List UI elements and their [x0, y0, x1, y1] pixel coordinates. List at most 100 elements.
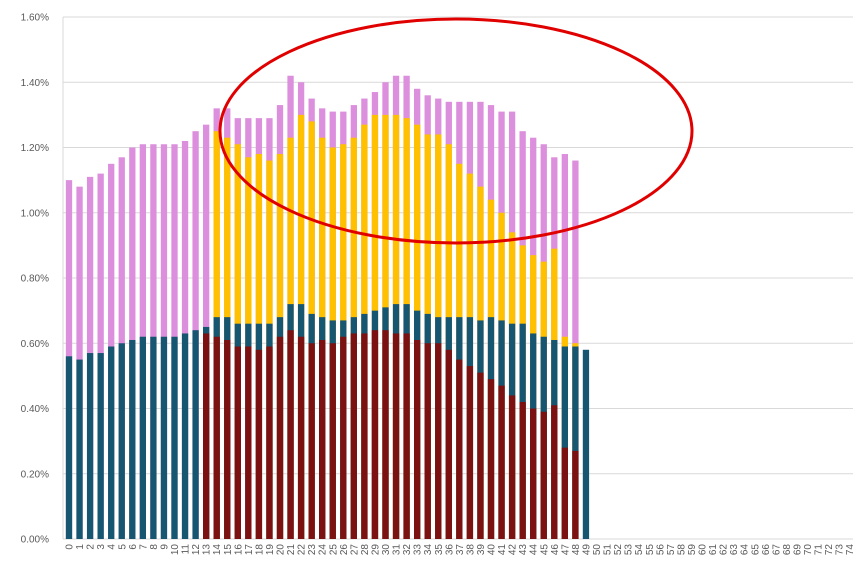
- x-tick-label: 4: [107, 544, 118, 550]
- x-tick-label: 3: [96, 544, 107, 550]
- x-tick-label: 23: [307, 544, 318, 556]
- x-tick-label: 20: [276, 544, 287, 556]
- x-tick-label: 41: [497, 544, 508, 556]
- x-tick-label: 2: [86, 544, 97, 550]
- x-tick-label: 25: [328, 544, 339, 556]
- bar-dark-red: [551, 405, 558, 539]
- bar-dark-red: [255, 349, 263, 539]
- bar-dark-red: [477, 372, 484, 539]
- x-tick-label: 18: [254, 544, 265, 556]
- y-tick-label: 0.80%: [21, 274, 49, 285]
- x-tick-label: 5: [117, 544, 128, 550]
- bar-dark-red: [340, 336, 347, 539]
- bar-dark-red: [414, 339, 421, 539]
- x-tick-label: 46: [550, 544, 561, 556]
- y-tick-label: 1.60%: [21, 13, 49, 24]
- x-tick-label: 39: [476, 544, 487, 556]
- bar-teal: [86, 353, 94, 539]
- bar-dark-red: [561, 447, 568, 539]
- x-tick-label: 36: [444, 544, 455, 556]
- bar-dark-red: [445, 349, 452, 539]
- x-tick-label: 16: [233, 544, 244, 556]
- bar-teal: [118, 343, 125, 539]
- stacked-bar-chart: 0.00% 0.20% 0.40% 0.60% 0.80% 1.00% 1.20% 1.40%…: [21, 13, 853, 556]
- x-tick-label: 12: [191, 544, 202, 556]
- bar-dark-red: [487, 379, 495, 539]
- bar-dark-red: [435, 343, 442, 539]
- bar-dark-red: [297, 336, 305, 539]
- x-tick-label: 13: [202, 544, 213, 556]
- x-tick-label: 15: [223, 544, 234, 556]
- bar-teal: [129, 339, 136, 539]
- x-tick-label: 30: [381, 544, 392, 556]
- bar-teal: [582, 349, 590, 539]
- x-axis-ticks: 0 1 2 3 4 5 6 7 8 9 10 11 12 13 14 15 16 17 18 19 20 21 22 23 24…: [65, 544, 853, 556]
- bar-dark-red: [540, 411, 547, 539]
- x-tick-label: 34: [423, 544, 434, 556]
- bar-teal: [65, 356, 73, 539]
- bar-dark-red: [403, 333, 410, 539]
- y-tick-label: 1.20%: [21, 143, 49, 154]
- x-tick-label: 9: [159, 544, 170, 550]
- x-tick-label: 38: [465, 544, 476, 556]
- x-tick-label: 31: [392, 544, 403, 556]
- bar-dark-red: [382, 330, 389, 539]
- x-tick-label: 64: [740, 544, 751, 556]
- x-tick-label: 45: [539, 544, 550, 556]
- x-tick-label: 1: [75, 544, 86, 550]
- bar-teal: [76, 359, 83, 539]
- x-tick-label: 63: [729, 544, 740, 556]
- y-tick-label: 1.40%: [21, 78, 49, 89]
- bar-dark-red: [371, 330, 379, 539]
- bar-teal: [160, 336, 168, 539]
- x-tick-label: 11: [181, 544, 192, 555]
- bar-dark-red: [308, 343, 315, 539]
- x-tick-label: 14: [212, 544, 223, 556]
- bar-dark-red: [456, 359, 463, 539]
- x-tick-label: 68: [782, 544, 793, 556]
- bar-dark-red: [572, 450, 579, 539]
- bar-dark-red: [361, 333, 368, 539]
- x-tick-label: 61: [708, 544, 719, 556]
- x-tick-label: 62: [719, 544, 730, 556]
- y-axis-ticks: 0.00% 0.20% 0.40% 0.60% 0.80% 1.00% 1.20% 1.40%…: [21, 13, 49, 546]
- bar-teal: [97, 353, 104, 539]
- bars: [65, 75, 590, 540]
- bar-dark-red: [245, 346, 252, 539]
- x-tick-label: 19: [265, 544, 276, 556]
- bar-teal: [181, 333, 189, 539]
- x-tick-label: 65: [750, 544, 761, 556]
- x-tick-label: 29: [370, 544, 381, 556]
- x-tick-label: 17: [244, 544, 255, 556]
- bar-dark-red: [266, 346, 273, 539]
- bar-dark-red: [519, 401, 526, 539]
- x-tick-label: 37: [455, 544, 466, 556]
- x-tick-label: 28: [360, 544, 371, 556]
- bar-dark-red: [234, 346, 241, 539]
- y-tick-label: 1.00%: [21, 208, 49, 219]
- bar-dark-red: [329, 343, 336, 539]
- x-tick-label: 8: [149, 544, 160, 550]
- bar-dark-red: [392, 333, 400, 539]
- bar-teal: [108, 346, 115, 539]
- x-tick-label: 7: [138, 544, 149, 550]
- x-tick-label: 52: [613, 544, 624, 556]
- bar-dark-red: [350, 333, 357, 539]
- x-tick-label: 43: [518, 544, 529, 556]
- x-tick-label: 74: [845, 544, 853, 556]
- x-tick-label: 33: [413, 544, 424, 556]
- x-tick-label: 24: [318, 544, 329, 556]
- x-tick-label: 40: [487, 544, 498, 556]
- x-tick-label: 0: [65, 544, 76, 550]
- bar-dark-red: [276, 336, 284, 539]
- bar-dark-red: [424, 343, 431, 539]
- x-tick-label: 60: [698, 544, 709, 556]
- x-tick-label: 49: [581, 544, 592, 556]
- y-tick-label: 0.60%: [21, 339, 49, 350]
- x-tick-label: 21: [286, 544, 297, 556]
- bar-dark-red: [213, 336, 220, 539]
- x-tick-label: 22: [297, 544, 308, 556]
- x-tick-label: 54: [634, 544, 645, 556]
- x-tick-label: 47: [560, 544, 571, 556]
- x-tick-label: 71: [814, 544, 825, 556]
